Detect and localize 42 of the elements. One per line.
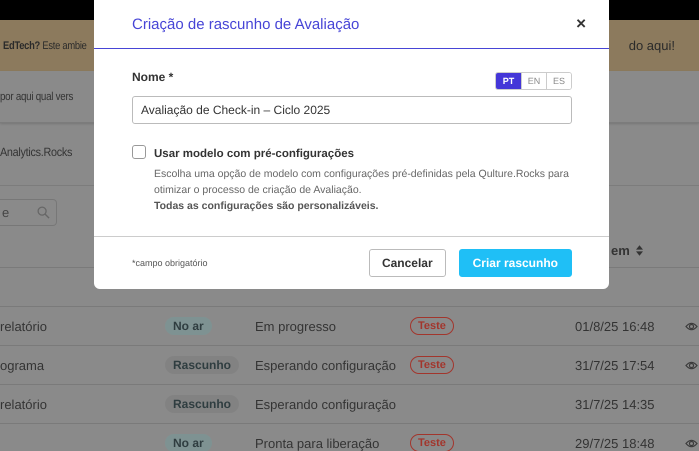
- table-cell-text: relatório: [0, 396, 48, 412]
- status-badge: Rascunho: [165, 356, 240, 374]
- notice-text: por aqui qual vers: [0, 90, 74, 102]
- status-badge: No ar: [165, 317, 212, 335]
- column-header[interactable]: em: [611, 242, 630, 258]
- checkbox-label[interactable]: Usar modelo com pré-configurações: [154, 148, 354, 160]
- banner-text: EdTech? Este ambie: [3, 40, 87, 52]
- note-text: Todas as configurações são personalizáveis.: [154, 199, 380, 214]
- test-tag: Teste: [410, 317, 454, 335]
- sort-icon[interactable]: [636, 244, 643, 256]
- field-label: Nome *: [132, 70, 174, 84]
- eye-icon[interactable]: [685, 320, 699, 332]
- table-cell-text: ograma: [0, 358, 46, 372]
- status-badge: No ar: [165, 434, 212, 451]
- checkbox[interactable]: [132, 145, 146, 159]
- table-cell-text: 01/8/25 16:48: [575, 318, 656, 334]
- table-cell-text: Esperando configuração: [255, 396, 397, 412]
- test-tag: Teste: [410, 356, 454, 374]
- table-cell-text: Em progresso: [255, 318, 337, 334]
- name-input[interactable]: Avaliação de Check-in – Ciclo 2025: [132, 96, 572, 124]
- table-cell-text: 31/7/25 14:35: [575, 396, 656, 412]
- cancel-button[interactable]: Cancelar: [368, 249, 446, 277]
- table-cell-text: 29/7/25 18:48: [575, 436, 656, 450]
- table-cell-text: Pronta para liberação: [255, 436, 380, 450]
- table-cell-text: Esperando configuração: [255, 358, 397, 372]
- language-toggle[interactable]: PT: [496, 73, 521, 89]
- test-tag: Teste: [410, 434, 454, 451]
- eye-icon[interactable]: [685, 360, 699, 370]
- table-cell-text: 31/7/25 17:54: [575, 358, 656, 372]
- required-note: *campo obrigatório: [132, 258, 209, 268]
- language-toggle[interactable]: ES: [546, 73, 571, 89]
- search-icon: [37, 206, 50, 219]
- eye-icon[interactable]: [685, 438, 699, 448]
- banner-text: do aqui!: [628, 38, 675, 53]
- create-button[interactable]: Criar rascunho: [458, 249, 572, 277]
- close-button[interactable]: ×: [574, 14, 588, 34]
- table-cell-text: relatório: [0, 318, 48, 334]
- description-text: Escolha uma opção de modelo com configurações pré-definidas pela Qulture.Rocks para otimizar o processo de criação de Avaliação.: [154, 167, 570, 198]
- dialog-title: Criação de rascunho de Avaliação: [132, 16, 360, 32]
- tab-label[interactable]: Analytics.Rocks: [0, 145, 72, 159]
- search-field[interactable]: e: [0, 199, 57, 226]
- status-badge: Rascunho: [165, 395, 240, 413]
